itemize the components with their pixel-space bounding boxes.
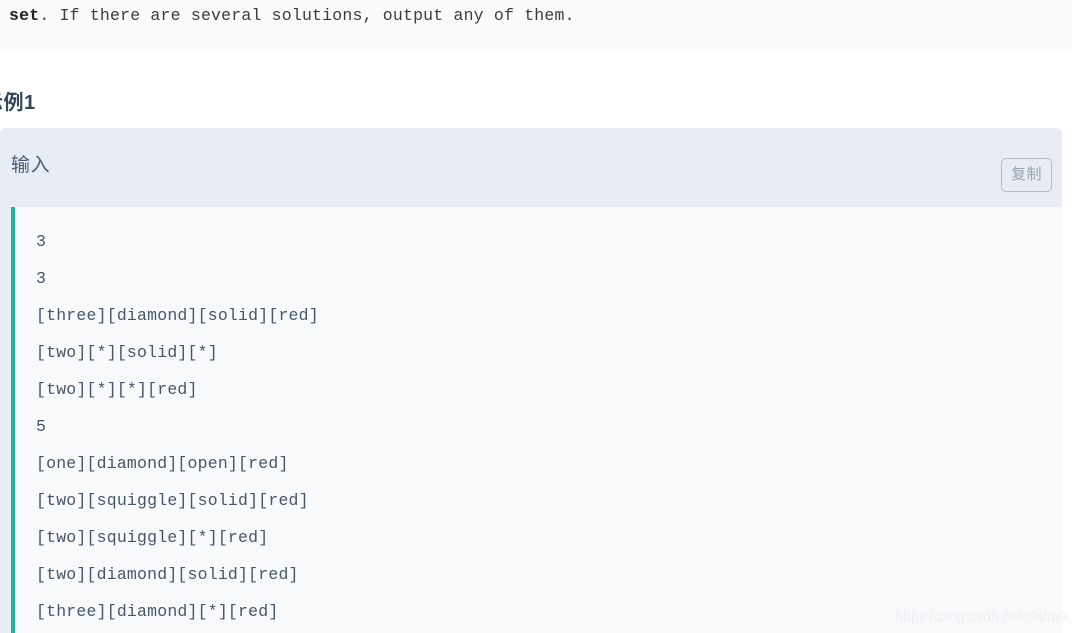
sample-input-panel: 输入 复制 3 3 [three][diamond][solid][red] [… — [0, 128, 1062, 633]
code-line: [three][diamond][*][red] — [36, 602, 279, 621]
code-line: [one][diamond][open][red] — [36, 454, 289, 473]
code-line: [two][*][*][red] — [36, 380, 198, 399]
sample-input-code-block[interactable]: 3 3 [three][diamond][solid][red] [two][*… — [11, 207, 1062, 633]
problem-statement-text: set. If there are several solutions, out… — [9, 3, 575, 29]
code-line: [two][squiggle][solid][red] — [36, 491, 309, 510]
code-line: 3 — [36, 269, 47, 288]
sample-panel-title: 输入 — [11, 155, 51, 176]
statement-rest-text: . If there are several solutions, output… — [39, 6, 575, 25]
problem-statement-band: set. If there are several solutions, out… — [0, 0, 1072, 49]
code-line: [two][diamond][solid][red] — [36, 565, 299, 584]
copy-button[interactable]: 复制 — [1000, 158, 1052, 192]
code-line: 3 — [36, 232, 47, 251]
sample-panel-header: 输入 复制 — [0, 128, 1062, 207]
code-line: [three][diamond][solid][red] — [36, 306, 319, 325]
code-line: 5 — [36, 417, 47, 436]
statement-bold-term: set — [9, 6, 40, 25]
code-line: [two][squiggle][*][red] — [36, 528, 269, 547]
code-line: [two][*][solid][*] — [36, 343, 218, 362]
section-heading-sample1: 示例1 — [0, 92, 36, 114]
